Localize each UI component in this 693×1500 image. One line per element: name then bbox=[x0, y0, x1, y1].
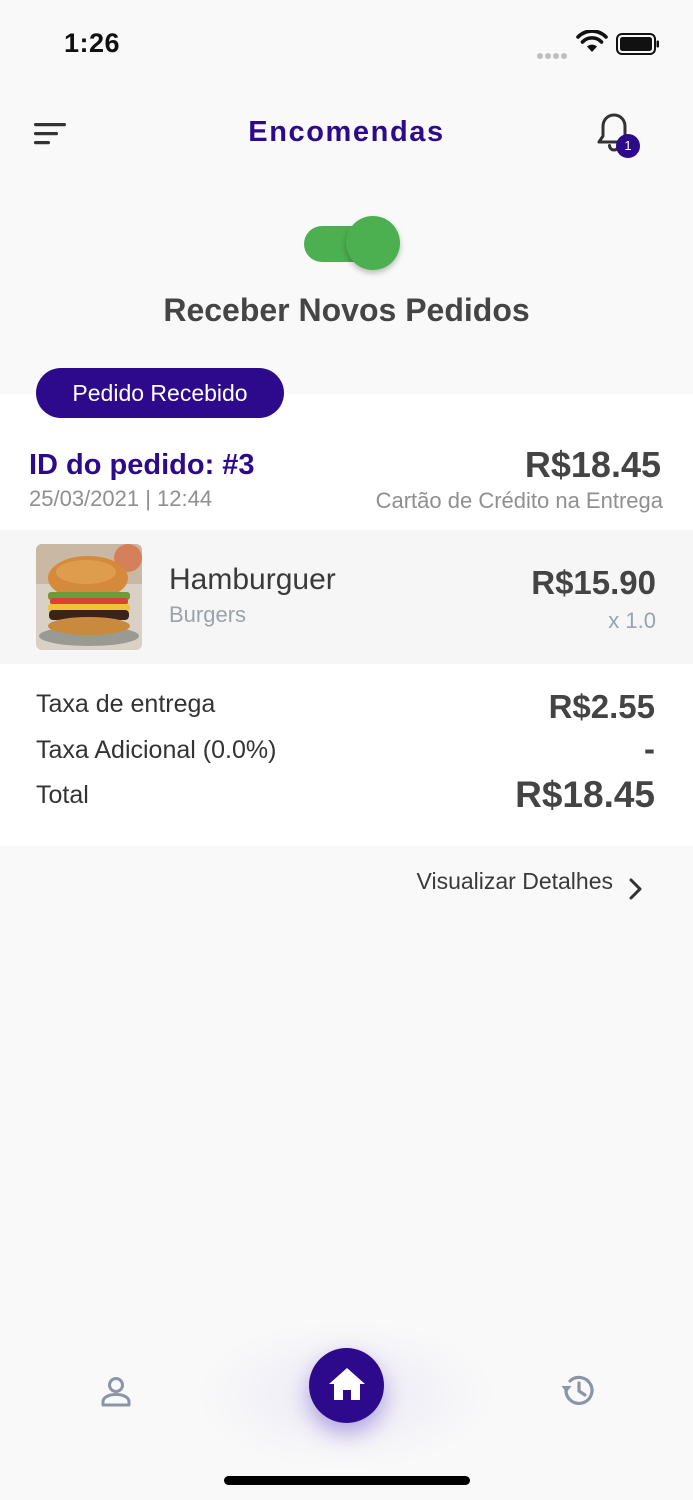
app-header: Encomendas 1 bbox=[0, 100, 693, 170]
delivery-fee-label: Taxa de entrega bbox=[36, 690, 216, 718]
battery-icon bbox=[616, 33, 659, 55]
order-id: ID do pedido: #3 bbox=[29, 449, 255, 481]
burger-image bbox=[36, 544, 142, 650]
home-indicator bbox=[224, 1476, 470, 1485]
history-icon[interactable] bbox=[558, 1370, 598, 1410]
order-status-badge: Pedido Recebido bbox=[36, 368, 284, 418]
item-quantity: x 1.0 bbox=[608, 608, 656, 633]
total-value: R$18.45 bbox=[515, 774, 655, 815]
item-category: Burgers bbox=[169, 602, 247, 627]
home-button[interactable] bbox=[309, 1348, 384, 1423]
receive-orders-toggle[interactable] bbox=[302, 216, 400, 272]
delivery-fee-value: R$2.55 bbox=[548, 688, 655, 725]
bottom-nav bbox=[0, 1320, 693, 1500]
list-item[interactable]: Hamburguer Burgers R$15.90 x 1.0 bbox=[0, 530, 693, 664]
receive-orders-label: Receber Novos Pedidos bbox=[163, 292, 530, 328]
item-name: Hamburguer bbox=[169, 563, 336, 596]
notifications-button[interactable]: 1 bbox=[596, 112, 642, 162]
payment-method: Cartão de Crédito na Entrega bbox=[375, 488, 663, 513]
notification-badge: 1 bbox=[616, 134, 640, 158]
wifi-icon bbox=[576, 30, 608, 52]
total-label: Total bbox=[36, 781, 89, 809]
item-price: R$15.90 bbox=[531, 564, 656, 601]
order-datetime: 25/03/2021 | 12:44 bbox=[29, 486, 213, 511]
view-details-link[interactable]: Visualizar Detalhes bbox=[417, 868, 613, 895]
order-total: R$18.45 bbox=[524, 444, 661, 485]
page-title: Encomendas bbox=[248, 116, 445, 148]
cellular-signal-icon bbox=[537, 46, 569, 64]
chevron-right-icon[interactable] bbox=[626, 876, 646, 902]
toggle-knob bbox=[346, 216, 400, 270]
additional-fee-value: - bbox=[644, 730, 655, 767]
person-icon[interactable] bbox=[98, 1374, 134, 1410]
home-icon bbox=[329, 1368, 365, 1400]
additional-fee-label: Taxa Adicional (0.0%) bbox=[36, 736, 277, 764]
status-time: 1:26 bbox=[64, 28, 121, 58]
status-bar: 1:26 bbox=[0, 0, 693, 88]
